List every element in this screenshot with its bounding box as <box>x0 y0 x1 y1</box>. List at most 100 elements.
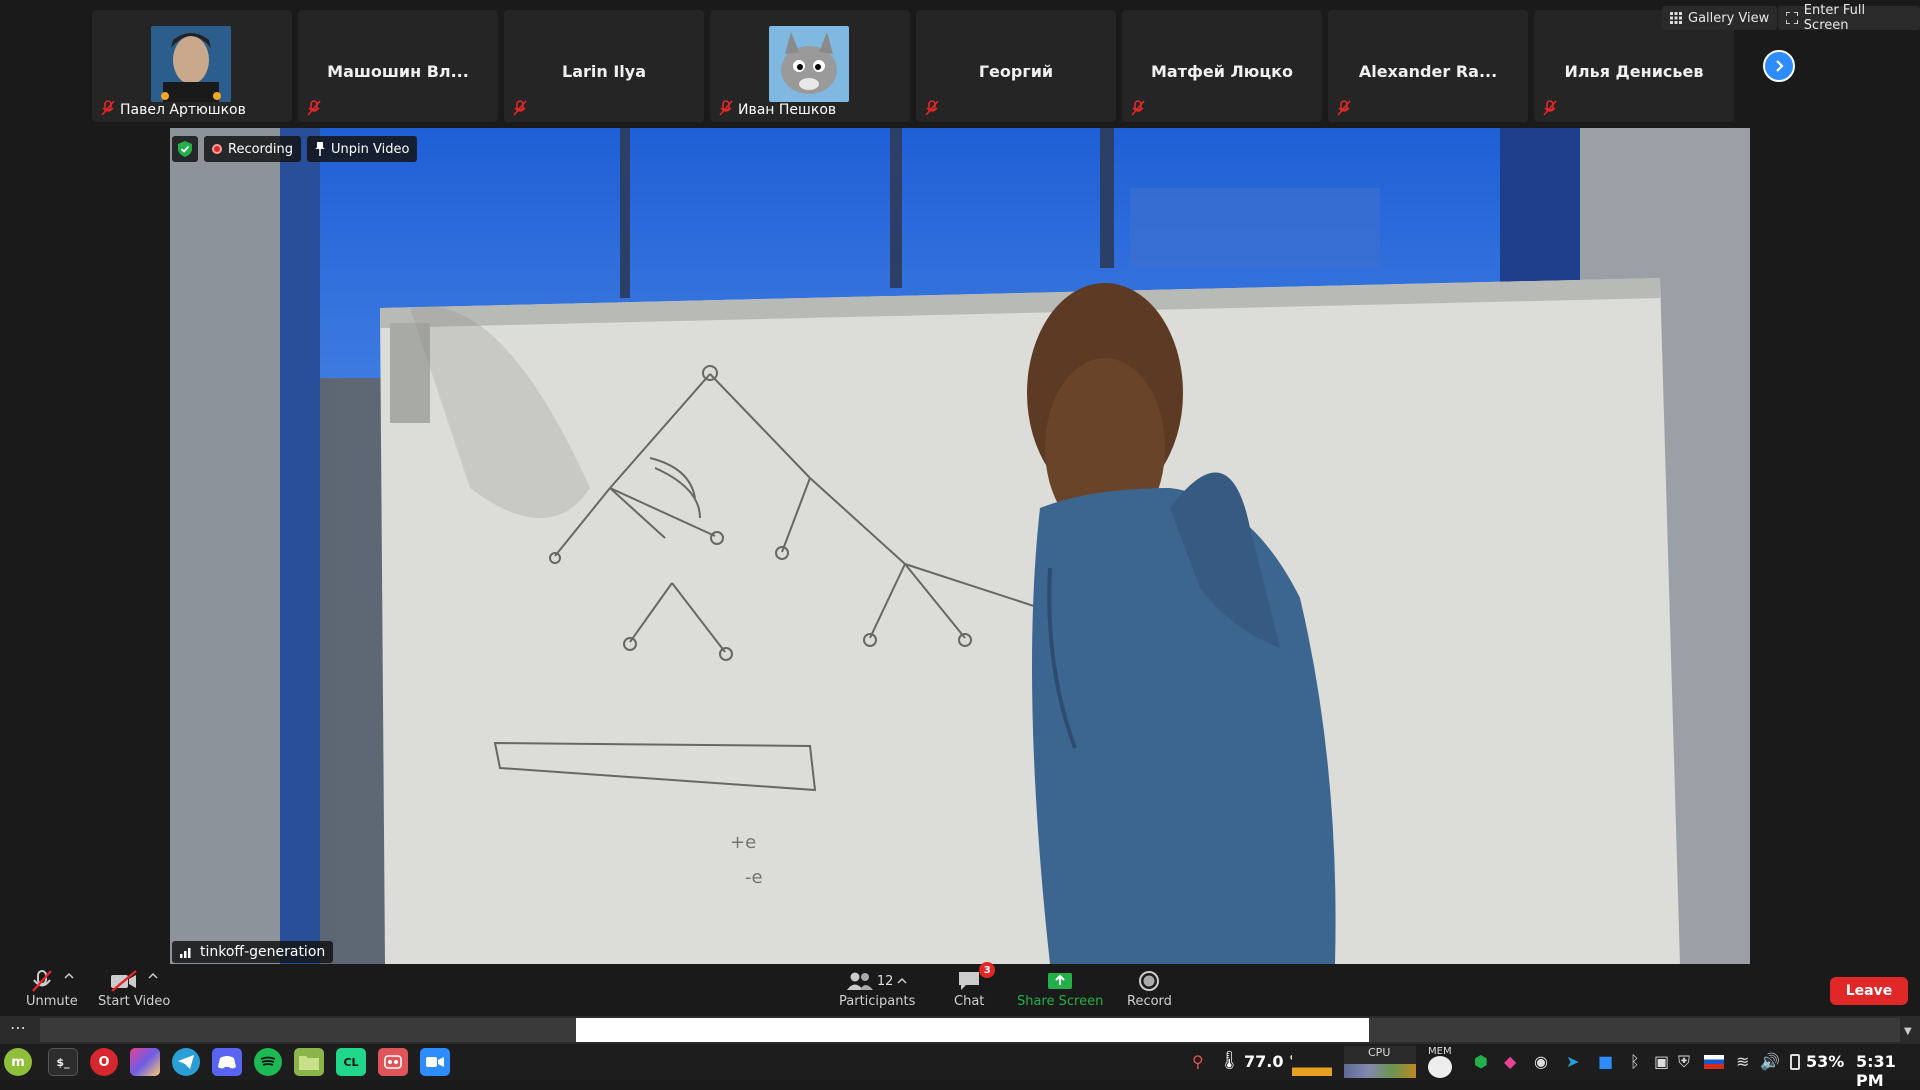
discord-icon[interactable] <box>212 1048 242 1076</box>
chevron-up-icon[interactable] <box>148 972 158 980</box>
participant-name: Машошин Вл... <box>327 62 469 81</box>
muted-mic-icon <box>1336 100 1352 116</box>
svg-text:+e: +e <box>730 832 756 853</box>
mint-menu-icon[interactable]: m <box>4 1048 32 1076</box>
battery-percent: 53% <box>1806 1052 1845 1071</box>
participant-name: Larin Ilya <box>562 62 646 81</box>
unpin-video-button[interactable]: Unpin Video <box>307 136 418 162</box>
participant-name: Георгий <box>978 62 1054 81</box>
chevron-right-icon <box>1776 60 1784 72</box>
unpin-label: Unpin Video <box>331 141 410 157</box>
shield-icon <box>178 141 192 157</box>
meeting-toolbar: Unmute Start Video 12 Participants 3 Cha… <box>0 962 1920 1016</box>
telegram-tray-icon[interactable]: ➤ <box>1566 1052 1579 1071</box>
spotify-icon[interactable] <box>254 1048 282 1076</box>
bluetooth-icon[interactable]: ᛒ <box>1630 1052 1640 1071</box>
muted-mic-icon <box>512 100 528 116</box>
vpn-icon[interactable]: ⬢ <box>1474 1052 1488 1071</box>
start-video-button[interactable]: Start Video <box>98 968 170 1009</box>
scroll-down-icon[interactable]: ▼ <box>1904 1026 1912 1037</box>
zoom-app-icon[interactable] <box>420 1048 450 1076</box>
speaker-name-badge: tinkoff-generation <box>172 941 334 963</box>
battery-icon[interactable] <box>1790 1054 1800 1070</box>
thermometer-icon: 🌡 <box>1218 1050 1241 1071</box>
grid-icon <box>1670 12 1682 24</box>
participants-label: Participants <box>839 994 916 1009</box>
participants-icon <box>846 972 873 990</box>
zoom-tray-icon[interactable]: ■ <box>1598 1052 1613 1071</box>
muted-mic-icon <box>100 100 116 116</box>
chevron-up-icon[interactable] <box>64 972 74 980</box>
chat-icon <box>959 972 980 990</box>
participant-tile[interactable]: Alexander Ra... <box>1328 10 1528 122</box>
video-overlay-controls: Recording Unpin Video <box>172 136 418 162</box>
participants-button[interactable]: 12 Participants <box>839 968 915 1009</box>
weather-graph <box>1292 1048 1332 1076</box>
memory-monitor[interactable]: MEM <box>1424 1046 1456 1078</box>
encryption-badge[interactable] <box>172 136 198 162</box>
chevron-up-icon[interactable] <box>897 977 907 985</box>
participant-name: Матфей Люцко <box>1150 62 1294 81</box>
share-screen-button[interactable]: Share Screen <box>1017 968 1103 1009</box>
gallery-view-button[interactable]: Gallery View <box>1662 6 1778 30</box>
keyboard-layout-flag-icon[interactable] <box>1704 1055 1724 1069</box>
record-label: Record <box>1127 994 1172 1009</box>
next-page-button[interactable] <box>1763 50 1795 82</box>
share-screen-icon <box>1048 973 1073 989</box>
os-taskbar: m $_ O CL ⚲ 🌡 77.0 ° CPU MEM ⬢ ◆ ◉ ➤ ■ ᛒ… <box>0 1044 1920 1090</box>
record-dot-icon <box>212 144 222 154</box>
main-video: +e -e <box>170 128 1750 964</box>
participant-tile[interactable]: Машошин Вл... <box>298 10 498 122</box>
speaker-name: tinkoff-generation <box>200 944 326 960</box>
record-button[interactable]: Record <box>1127 968 1172 1009</box>
full-screen-button[interactable]: Enter Full Screen <box>1778 3 1920 33</box>
jetbrains-tray-icon[interactable]: ◆ <box>1504 1052 1516 1071</box>
gallery-view-label: Gallery View <box>1688 10 1770 26</box>
opera-browser-icon[interactable]: O <box>90 1048 118 1076</box>
more-options-icon[interactable]: ⋯ <box>10 1018 26 1037</box>
cpu-label: CPU <box>1368 1046 1391 1059</box>
cpu-monitor[interactable]: CPU <box>1344 1046 1416 1078</box>
jetbrains-toolbox-icon[interactable] <box>130 1048 160 1076</box>
share-screen-label: Share Screen <box>1017 994 1104 1009</box>
participant-tile[interactable]: Larin Ilya <box>504 10 704 122</box>
video-frame: +e -e <box>170 128 1750 964</box>
shield-tray-icon[interactable]: ⛨ <box>1678 1052 1690 1072</box>
location-pin-icon[interactable]: ⚲ <box>1192 1052 1204 1071</box>
leave-button[interactable]: Leave <box>1830 977 1908 1005</box>
telegram-icon[interactable] <box>172 1048 200 1076</box>
video-off-icon <box>111 970 137 992</box>
temperature-readout: 77.0 ° <box>1244 1052 1298 1071</box>
unmute-button[interactable]: Unmute <box>26 968 78 1009</box>
obs-icon[interactable]: ◉ <box>1534 1052 1548 1071</box>
muted-mic-icon <box>718 100 734 116</box>
clock[interactable]: 5:31 PM <box>1856 1052 1920 1090</box>
participant-name: Alexander Ra... <box>1358 62 1498 81</box>
participant-name: Павел Артюшков <box>120 102 246 118</box>
record-icon <box>1139 971 1160 991</box>
chat-button[interactable]: 3 Chat <box>954 962 996 1009</box>
chat-unread-badge: 3 <box>979 962 996 978</box>
wifi-icon[interactable]: ≋ <box>1736 1052 1749 1071</box>
terminal-icon[interactable]: $_ <box>48 1048 78 1076</box>
svg-text:-e: -e <box>745 867 763 888</box>
muted-mic-icon <box>924 100 940 116</box>
participant-tile[interactable]: Павел Артюшков <box>92 10 292 122</box>
signal-strength-icon <box>180 948 191 958</box>
muted-mic-icon <box>306 100 322 116</box>
avatar <box>151 26 231 102</box>
scrollbar-thumb[interactable] <box>576 1018 1369 1042</box>
participant-tile[interactable]: Матфей Люцко <box>1122 10 1322 122</box>
participant-tile[interactable]: Иван Пешков <box>710 10 910 122</box>
clion-icon[interactable]: CL <box>336 1048 366 1076</box>
horizontal-scrollbar: ⋯ ▼ <box>0 1016 1920 1044</box>
files-folder-icon[interactable] <box>294 1048 324 1076</box>
muted-mic-icon <box>31 970 52 992</box>
participants-count: 12 <box>876 973 894 989</box>
volume-icon[interactable]: 🔊 <box>1760 1052 1780 1071</box>
participant-name: Илья Денисьев <box>1564 62 1704 81</box>
app-launcher-icon[interactable] <box>378 1048 408 1076</box>
recording-indicator[interactable]: Recording <box>204 136 302 162</box>
clipboard-icon[interactable]: ▣ <box>1654 1052 1669 1071</box>
participant-tile[interactable]: Георгий <box>916 10 1116 122</box>
